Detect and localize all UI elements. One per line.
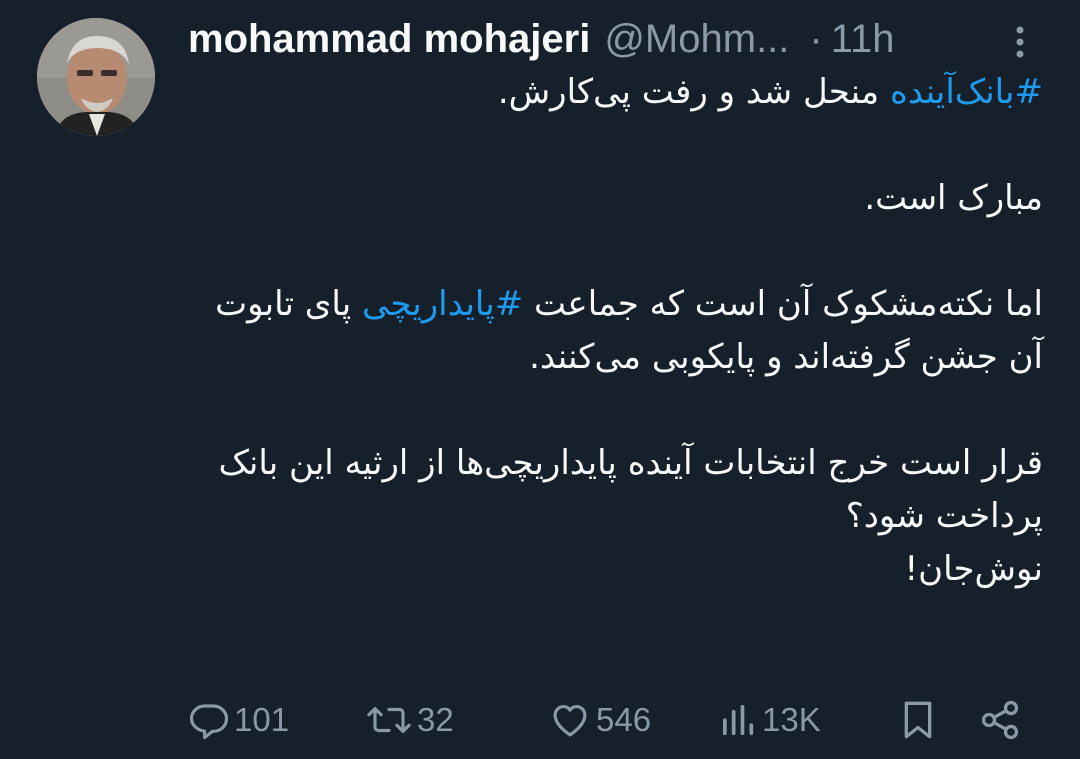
like-button[interactable]: 546 — [548, 690, 651, 750]
hashtag-paydarichi[interactable]: #پایداریچی — [362, 284, 523, 324]
tweet-line-4: قرار است خرج انتخابات آینده پایداریچی‌ها… — [218, 443, 1043, 536]
views-count: 13K — [762, 701, 821, 738]
tweet-header: mohammad mohajeri @Mohm... · 11h — [188, 14, 895, 64]
reply-count: 101 — [234, 701, 290, 738]
reply-icon — [189, 704, 229, 740]
tweet-line-2: مبارک است. — [864, 178, 1043, 218]
tweet-line-3: اما نکته‌مشکوک آن است که جماعت #پایداریچ… — [180, 278, 1043, 384]
share-icon — [981, 700, 1019, 740]
avatar-photo — [37, 18, 155, 136]
author-handle[interactable]: @Mohm... — [604, 17, 789, 62]
tweet-line-1: #بانک‌آینده منحل شد و رفت پی‌کارش. — [180, 66, 1043, 119]
tweet-line-3-start: اما نکته‌مشکوک آن است که جماعت — [523, 284, 1043, 324]
share-button[interactable] — [978, 690, 1022, 750]
tweet-text: #بانک‌آینده منحل شد و رفت پی‌کارش. مبارک… — [180, 66, 1043, 596]
tweet-line-1-text: منحل شد و رفت پی‌کارش. — [497, 72, 890, 112]
views-icon — [723, 705, 754, 735]
like-count: 546 — [596, 701, 652, 738]
author-name[interactable]: mohammad mohajeri — [188, 17, 590, 62]
bookmark-button[interactable] — [898, 690, 938, 750]
bookmark-icon — [904, 701, 932, 739]
separator-dot: · — [809, 16, 823, 61]
like-icon — [553, 704, 587, 737]
hashtag-bank-ayandeh[interactable]: #بانک‌آینده — [890, 72, 1043, 112]
action-bar: 101 32 546 13K — [0, 690, 1080, 750]
tweet-time[interactable]: 11h — [831, 17, 895, 62]
tweet-line-5: نوش‌جان! — [904, 549, 1043, 589]
views-button[interactable]: 13K — [718, 690, 821, 750]
retweet-count: 32 — [417, 701, 454, 738]
reply-button[interactable]: 101 — [188, 690, 289, 750]
more-icon[interactable] — [1010, 22, 1030, 62]
retweet-icon — [367, 707, 411, 733]
avatar[interactable] — [37, 18, 155, 136]
retweet-button[interactable]: 32 — [365, 690, 454, 750]
